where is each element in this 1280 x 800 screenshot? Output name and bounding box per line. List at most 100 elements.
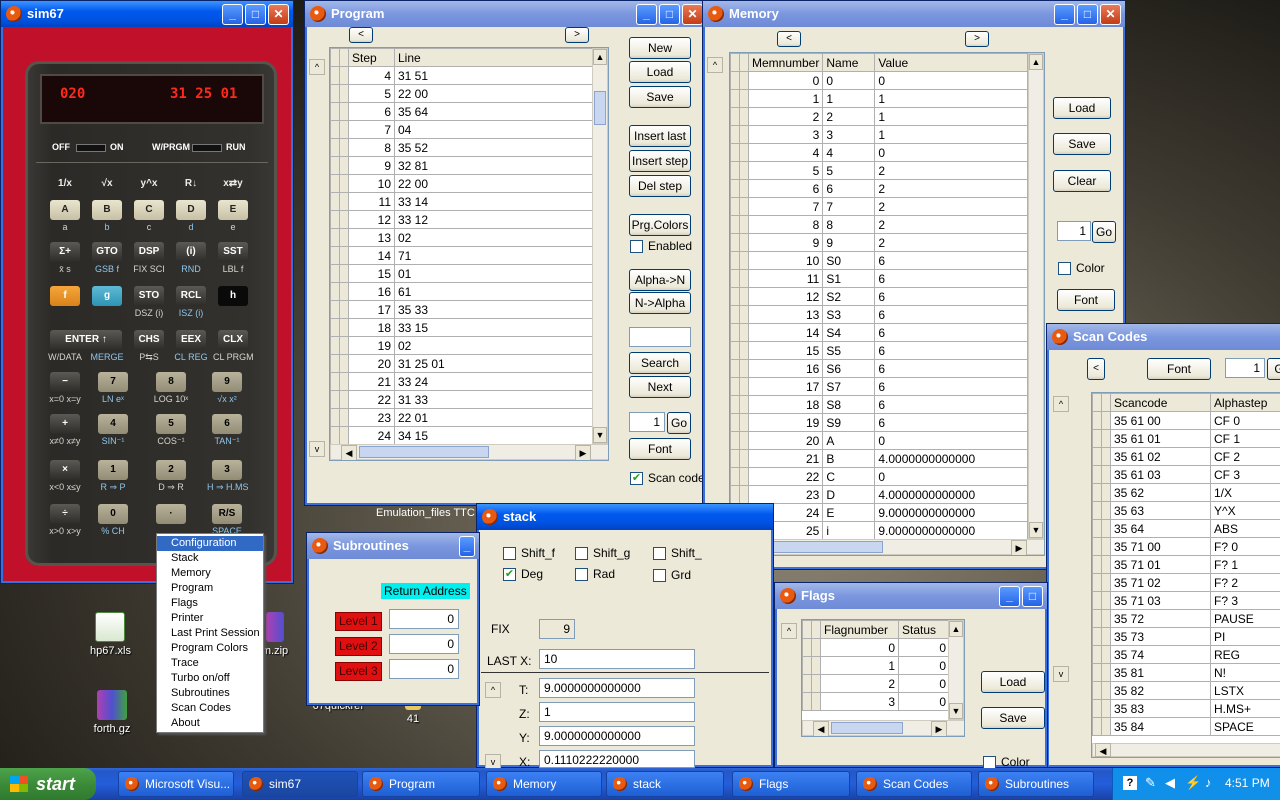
table-row[interactable]: 8 35 52 — [330, 138, 593, 157]
table-row[interactable]: 331 — [730, 125, 1028, 144]
table-cell[interactable]: REG — [1210, 645, 1280, 664]
table-cell[interactable]: 35 64 — [1110, 519, 1211, 538]
calc-key[interactable]: 1 — [98, 460, 128, 480]
program-scroll-down-left[interactable]: v — [309, 441, 325, 457]
table-row[interactable]: 23 D 4.0000000000000 — [730, 485, 1028, 504]
table-cell[interactable]: 02 — [394, 336, 593, 355]
table-row[interactable]: 15 01 — [330, 264, 593, 283]
scroll-up-arrow-icon[interactable]: ▲ — [949, 621, 963, 637]
table-row[interactable]: 35 71 01 F? 1 — [1092, 555, 1280, 574]
table-row[interactable]: 9 32 81 — [330, 156, 593, 175]
table-cell[interactable]: S3 — [822, 305, 876, 324]
network-icon[interactable]: ⚡ — [1185, 775, 1201, 791]
flags-hscroll[interactable]: ◀ ▶ — [802, 720, 964, 736]
table-row[interactable]: 35 64 ABS — [1092, 519, 1280, 538]
taskbar-button[interactable]: Flags — [732, 771, 850, 797]
table-cell[interactable]: Y^X — [1210, 501, 1280, 520]
enabled-checkbox[interactable]: Enabled — [630, 239, 692, 254]
table-cell[interactable]: CF 3 — [1210, 465, 1280, 484]
calc-key[interactable]: 2 — [156, 460, 186, 480]
table-row[interactable]: 20 31 25 01 — [330, 354, 593, 373]
table-cell[interactable]: 35 72 — [1110, 609, 1211, 628]
program-go-button[interactable]: Go — [667, 412, 691, 434]
table-row[interactable]: 992 — [730, 233, 1028, 252]
table-row[interactable]: 21 B 4.0000000000000 — [730, 449, 1028, 468]
close-button[interactable]: ✕ — [1100, 4, 1121, 25]
minimize-button[interactable]: _ — [222, 4, 243, 25]
table-cell[interactable]: 0 — [874, 431, 1028, 450]
n-to-alpha-button[interactable]: N->Alpha — [629, 292, 691, 314]
memory-goto-input[interactable]: 1 — [1057, 221, 1091, 241]
table-cell[interactable]: 04 — [394, 120, 593, 139]
search-button[interactable]: Search — [629, 352, 691, 374]
calc-key[interactable]: 8 — [156, 372, 186, 392]
table-cell[interactable]: 01 — [394, 264, 593, 283]
table-cell[interactable]: 31 25 01 — [394, 354, 593, 373]
table-cell[interactable]: 6 — [822, 179, 876, 198]
table-cell[interactable]: 0 — [874, 143, 1028, 162]
shift-h-checkbox[interactable]: Shift_ — [653, 546, 702, 561]
calc-key[interactable]: + — [50, 414, 80, 434]
back-arrow-icon[interactable]: ◀ — [1165, 775, 1175, 791]
calc-key[interactable]: CHS — [134, 330, 164, 350]
table-row[interactable]: 35 72 PAUSE — [1092, 609, 1280, 628]
minimize-button[interactable]: _ — [1054, 4, 1075, 25]
calc-key[interactable]: × — [50, 460, 80, 480]
menu-item[interactable]: Scan Codes — [157, 701, 263, 716]
help-icon[interactable]: ? — [1123, 776, 1137, 790]
table-row[interactable]: 4 31 51 — [330, 66, 593, 85]
table-row[interactable]: 35 82 LSTX — [1092, 681, 1280, 700]
table-cell[interactable]: 31 51 — [394, 66, 593, 85]
scroll-left-arrow-icon[interactable]: ◀ — [1095, 743, 1111, 757]
scroll-thumb[interactable] — [359, 446, 489, 458]
desktop-icon-hp67-xls[interactable]: hp67.xls — [90, 612, 131, 657]
table-row[interactable]: 10 S0 6 — [730, 251, 1028, 270]
table-cell[interactable]: 3 — [820, 692, 899, 711]
table-cell[interactable]: 3 — [822, 125, 876, 144]
table-cell[interactable]: 14 — [348, 246, 395, 265]
table-row[interactable]: 13 02 — [330, 228, 593, 247]
table-cell[interactable]: 18 — [747, 395, 824, 414]
close-button[interactable]: ✕ — [682, 4, 703, 25]
insert-last-button[interactable]: Insert last — [629, 125, 691, 147]
scroll-down-arrow-icon[interactable]: ▼ — [593, 427, 607, 443]
table-cell[interactable]: S7 — [822, 377, 876, 396]
table-cell[interactable]: 19 — [747, 413, 824, 432]
calc-key[interactable]: 0 — [98, 504, 128, 524]
taskbar-button[interactable]: sim67 — [242, 771, 358, 797]
calc-key[interactable]: g — [92, 286, 122, 306]
level-1-field[interactable]: 0 — [389, 609, 459, 629]
memory-nav-left-button[interactable]: < — [777, 31, 801, 47]
table-cell[interactable]: 1 — [822, 89, 876, 108]
table-row[interactable]: 14 71 — [330, 246, 593, 265]
table-cell[interactable]: 20 — [348, 354, 395, 373]
scancodes-scroll-down-left[interactable]: v — [1053, 666, 1069, 682]
table-row[interactable]: 35 61 03 CF 3 — [1092, 465, 1280, 484]
calc-key[interactable]: 5 — [156, 414, 186, 434]
table-cell[interactable]: 35 71 03 — [1110, 591, 1211, 610]
table-cell[interactable]: 35 61 01 — [1110, 429, 1211, 448]
program-save-button[interactable]: Save — [629, 86, 691, 108]
table-row[interactable]: 17 S7 6 — [730, 377, 1028, 396]
taskbar-button[interactable]: Subroutines — [978, 771, 1094, 797]
mode-switch[interactable] — [192, 144, 222, 152]
table-cell[interactable]: 1/X — [1210, 483, 1280, 502]
table-row[interactable]: 10 22 00 — [330, 174, 593, 193]
memory-nav-right-button[interactable]: > — [965, 31, 989, 47]
table-cell[interactable]: 0 — [898, 638, 950, 657]
table-cell[interactable]: 6 — [874, 251, 1028, 270]
table-cell[interactable]: 33 12 — [394, 210, 593, 229]
scroll-up-arrow-icon[interactable]: ▲ — [1029, 54, 1043, 70]
table-cell[interactable]: 35 61 03 — [1110, 465, 1211, 484]
memory-go-button[interactable]: Go — [1092, 221, 1116, 243]
table-cell[interactable]: 16 — [348, 282, 395, 301]
table-row[interactable]: 20 — [802, 674, 950, 693]
table-cell[interactable]: 33 24 — [394, 372, 593, 391]
flags-scroll-up-left[interactable]: ^ — [781, 623, 797, 639]
program-load-button[interactable]: Load — [629, 61, 691, 83]
calc-key[interactable]: D — [176, 200, 206, 220]
table-cell[interactable]: 0 — [747, 71, 824, 90]
table-cell[interactable]: 6 — [874, 323, 1028, 342]
table-cell[interactable]: 8 — [348, 138, 395, 157]
calc-key[interactable]: 7 — [98, 372, 128, 392]
